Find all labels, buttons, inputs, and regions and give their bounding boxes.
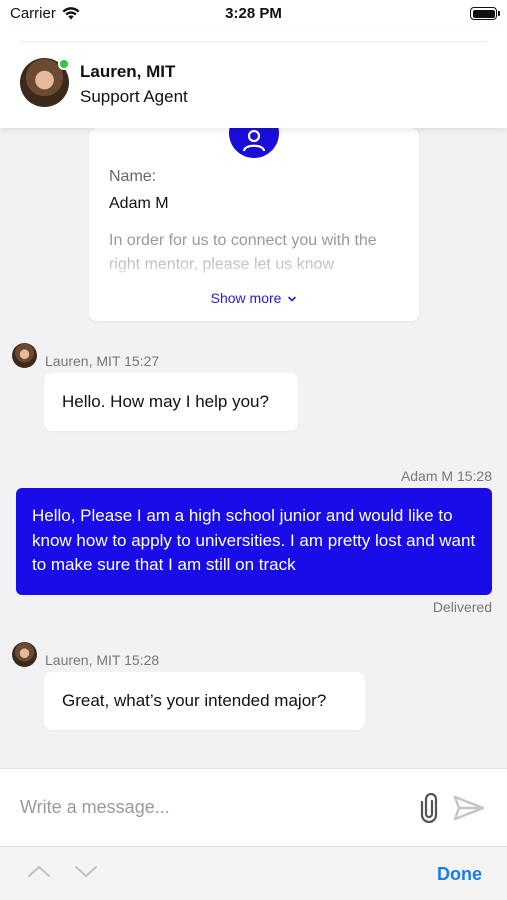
name-value: Adam M [109, 195, 169, 212]
outgoing-message[interactable]: Hello, Please I am a high school junior … [16, 488, 492, 595]
show-more-label: Show more [210, 290, 282, 306]
send-icon[interactable] [453, 794, 485, 822]
agent-avatar-small [12, 642, 37, 667]
header-divider [20, 41, 487, 42]
show-more-link[interactable]: Show more [89, 290, 419, 306]
done-button[interactable]: Done [437, 864, 482, 885]
paperclip-icon[interactable] [418, 793, 440, 823]
message-meta: Lauren, MIT 15:27 [45, 353, 160, 369]
incoming-message[interactable]: Great, what’s your intended major? [44, 672, 365, 730]
chevron-down-icon[interactable] [74, 863, 98, 879]
status-bar: Carrier 3:28 PM [0, 0, 507, 30]
message-meta: Adam M 15:28 [400, 468, 492, 484]
message-meta: Lauren, MIT 15:28 [45, 652, 160, 668]
incoming-message[interactable]: Hello. How may I help you? [44, 373, 298, 431]
online-status-icon [58, 58, 70, 70]
keyboard-accessory-bar: Done [0, 846, 507, 900]
message-input[interactable]: Write a message... [20, 797, 170, 818]
chevron-down-icon [288, 296, 297, 302]
agent-name: Lauren, MIT [80, 62, 176, 81]
chat-header: Lauren, MIT Support Agent [0, 30, 507, 128]
chevron-up-icon[interactable] [27, 863, 51, 879]
form-description: In order for us to connect you with the … [109, 232, 377, 273]
status-time: 3:28 PM [225, 5, 282, 22]
message-list[interactable]: Name: Adam M In order for us to connect … [0, 128, 507, 768]
agent-avatar-small [12, 343, 37, 368]
name-label: Name: [109, 168, 157, 185]
message-composer: Write a message... [0, 768, 507, 846]
agent-role: Support Agent [80, 87, 188, 106]
battery-icon [470, 7, 500, 20]
delivery-status: Delivered [432, 599, 492, 615]
